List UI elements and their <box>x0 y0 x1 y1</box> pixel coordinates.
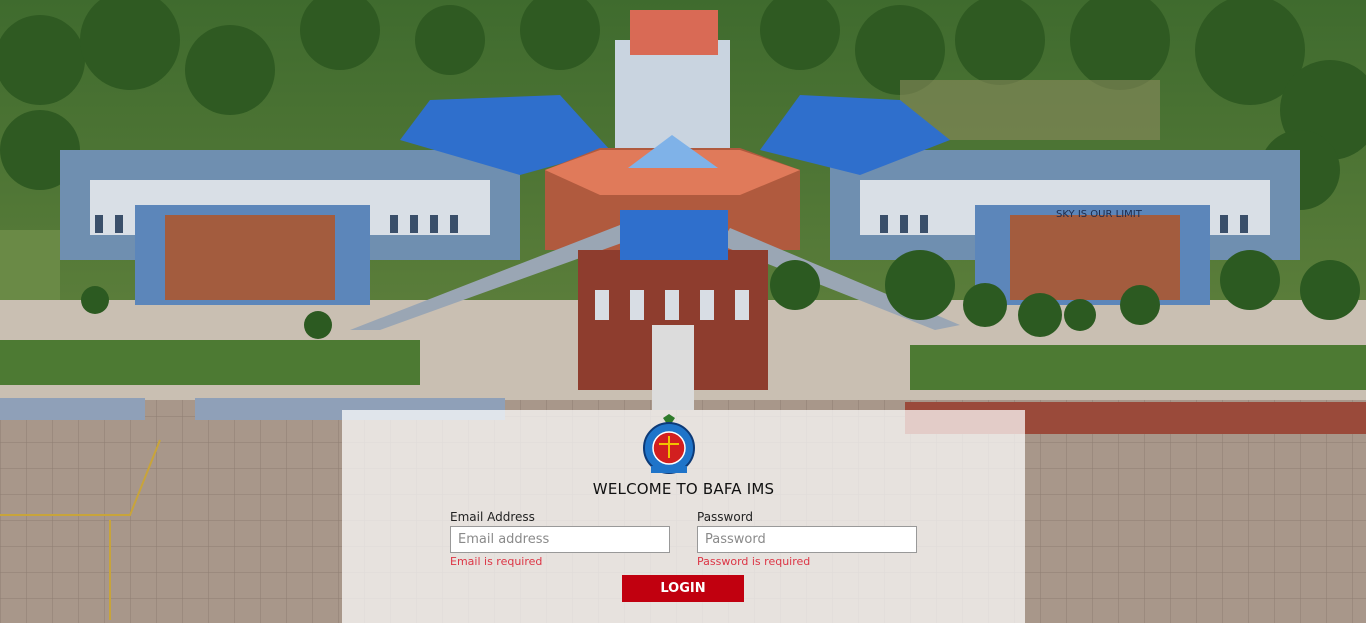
login-button[interactable]: LOGIN <box>622 575 744 602</box>
welcome-heading: WELCOME TO BAFA IMS <box>592 480 775 498</box>
password-error: Password is required <box>697 555 811 568</box>
password-input[interactable] <box>697 526 917 553</box>
email-field-group: Email Address Email is required <box>450 510 670 568</box>
building-sign: SKY IS OUR LIMIT <box>1056 209 1143 220</box>
login-panel: WELCOME TO BAFA IMS Email Address Email … <box>342 410 1025 623</box>
email-input[interactable] <box>450 526 670 553</box>
password-label: Password <box>697 510 754 524</box>
email-label: Email Address <box>450 510 535 524</box>
email-error: Email is required <box>450 555 543 568</box>
bafa-crest-logo <box>643 414 695 474</box>
password-field-group: Password Password is required <box>697 510 917 568</box>
